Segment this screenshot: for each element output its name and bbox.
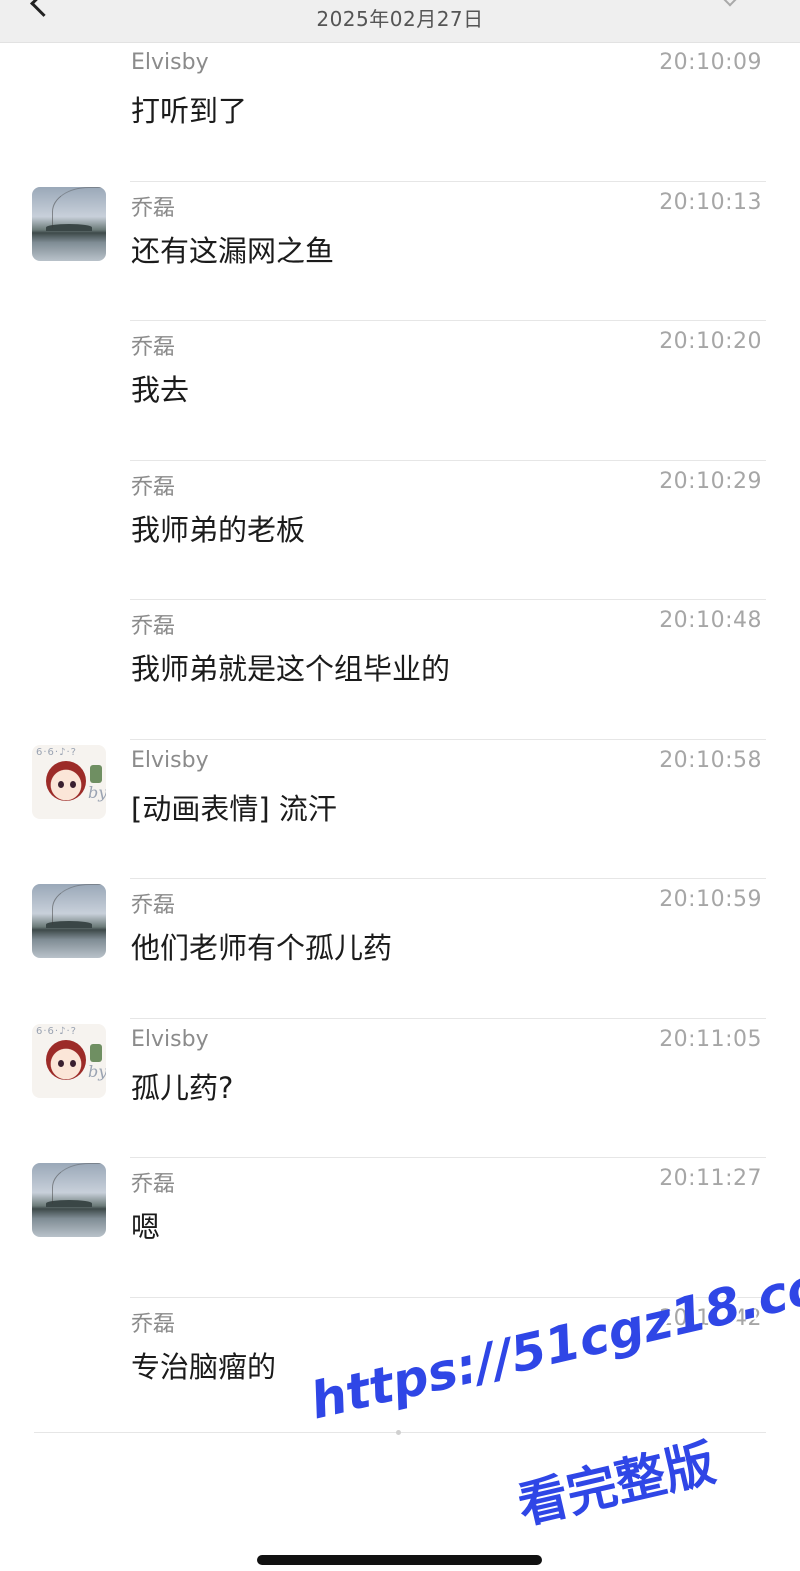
message-item[interactable]: 乔磊 20:10:13 还有这漏网之鱼 bbox=[0, 182, 800, 321]
message-text: [动画表情] 流汗 bbox=[131, 791, 337, 826]
avatar-face bbox=[46, 1039, 86, 1080]
sender-name: 乔磊 bbox=[131, 195, 176, 221]
avatar-leaf-icon bbox=[90, 1043, 102, 1062]
message-item[interactable]: 乔磊 20:10:59 他们老师有个孤儿药 bbox=[0, 879, 800, 1019]
message-text: 还有这漏网之鱼 bbox=[131, 233, 335, 268]
message-list: Elvisby 20:10:09 打听到了 乔磊 20:10:13 还有这漏网之… bbox=[0, 42, 800, 1437]
sender-name: 乔磊 bbox=[131, 1311, 176, 1337]
message-text: 我去 bbox=[131, 373, 190, 407]
message-item[interactable]: 乔磊 20:10:29 我师弟的老板 bbox=[0, 461, 800, 600]
message-item[interactable]: 6·6·♪·? by Elvisby 20:11:05 孤儿药? bbox=[0, 1019, 800, 1158]
avatar-leaf-icon bbox=[90, 764, 102, 783]
avatar-corner-text: 6·6·♪·? bbox=[36, 746, 77, 758]
anime-avatar[interactable]: 6·6·♪·? by bbox=[32, 1023, 106, 1098]
avatar-side-text: by bbox=[88, 1061, 106, 1081]
sender-name: Elvisby bbox=[131, 1026, 209, 1052]
message-item[interactable]: 乔磊 20:10:48 我师弟就是这个组毕业的 bbox=[0, 600, 800, 740]
message-text: 我师弟就是这个组毕业的 bbox=[131, 652, 451, 686]
message-time: 20:10:29 bbox=[659, 468, 762, 494]
message-time: 20:11:05 bbox=[659, 1026, 762, 1052]
message-time: 20:11:27 bbox=[659, 1166, 762, 1191]
sender-name: 乔磊 bbox=[131, 1172, 176, 1197]
avatar-eye bbox=[70, 1059, 76, 1067]
message-time: 20:10:48 bbox=[659, 608, 762, 633]
message-text: 嗯 bbox=[131, 1210, 161, 1244]
watermark-subtitle: 看完整版 bbox=[512, 1433, 721, 1536]
avatar-eye bbox=[58, 1059, 64, 1067]
sender-name: Elvisby bbox=[131, 747, 209, 773]
avatar-eye bbox=[70, 780, 76, 788]
message-text: 孤儿药? bbox=[131, 1070, 234, 1105]
home-indicator[interactable] bbox=[257, 1555, 542, 1565]
message-time: 20:10:13 bbox=[659, 189, 762, 215]
message-item[interactable]: 6·6·♪·? by Elvisby 20:10:58 [动画表情] 流汗 bbox=[0, 740, 800, 879]
message-text: 专治脑瘤的 bbox=[131, 1349, 277, 1384]
lake-avatar[interactable] bbox=[32, 1163, 106, 1237]
avatar-eye bbox=[58, 780, 64, 788]
top-bar: 2025年02月27日 bbox=[0, 0, 800, 43]
sender-name: 乔磊 bbox=[131, 474, 176, 500]
message-item[interactable]: Elvisby 20:10:09 打听到了 bbox=[0, 42, 800, 182]
page-dot-indicator bbox=[396, 1430, 401, 1435]
lake-avatar[interactable] bbox=[32, 884, 106, 958]
message-item[interactable]: 乔磊 20:11:27 嗯 bbox=[0, 1158, 800, 1298]
sender-name: 乔磊 bbox=[131, 614, 176, 639]
message-time: 20:10:09 bbox=[659, 50, 762, 75]
avatar-face bbox=[46, 760, 86, 801]
message-time: 20:10:58 bbox=[659, 747, 762, 773]
chat-date: 2025年02月27日 bbox=[316, 7, 484, 31]
message-time: 20:10:59 bbox=[659, 887, 762, 912]
anime-avatar[interactable]: 6·6·♪·? by bbox=[32, 744, 106, 819]
message-text: 打听到了 bbox=[131, 94, 248, 128]
message-time: 20:10:20 bbox=[659, 329, 762, 354]
message-item[interactable]: 乔磊 20:10:20 我去 bbox=[0, 321, 800, 461]
chat-history-screen: 2025年02月27日 Elvisby 20:10:09 打听到了 乔磊 20:… bbox=[0, 0, 800, 1571]
sender-name: Elvisby bbox=[131, 50, 209, 75]
message-text: 他们老师有个孤儿药 bbox=[131, 931, 393, 965]
sender-name: 乔磊 bbox=[131, 335, 176, 360]
avatar-side-text: by bbox=[88, 782, 106, 802]
message-text: 我师弟的老板 bbox=[131, 512, 306, 547]
sender-name: 乔磊 bbox=[131, 893, 176, 918]
avatar-corner-text: 6·6·♪·? bbox=[36, 1025, 77, 1037]
lake-avatar[interactable] bbox=[32, 186, 106, 261]
